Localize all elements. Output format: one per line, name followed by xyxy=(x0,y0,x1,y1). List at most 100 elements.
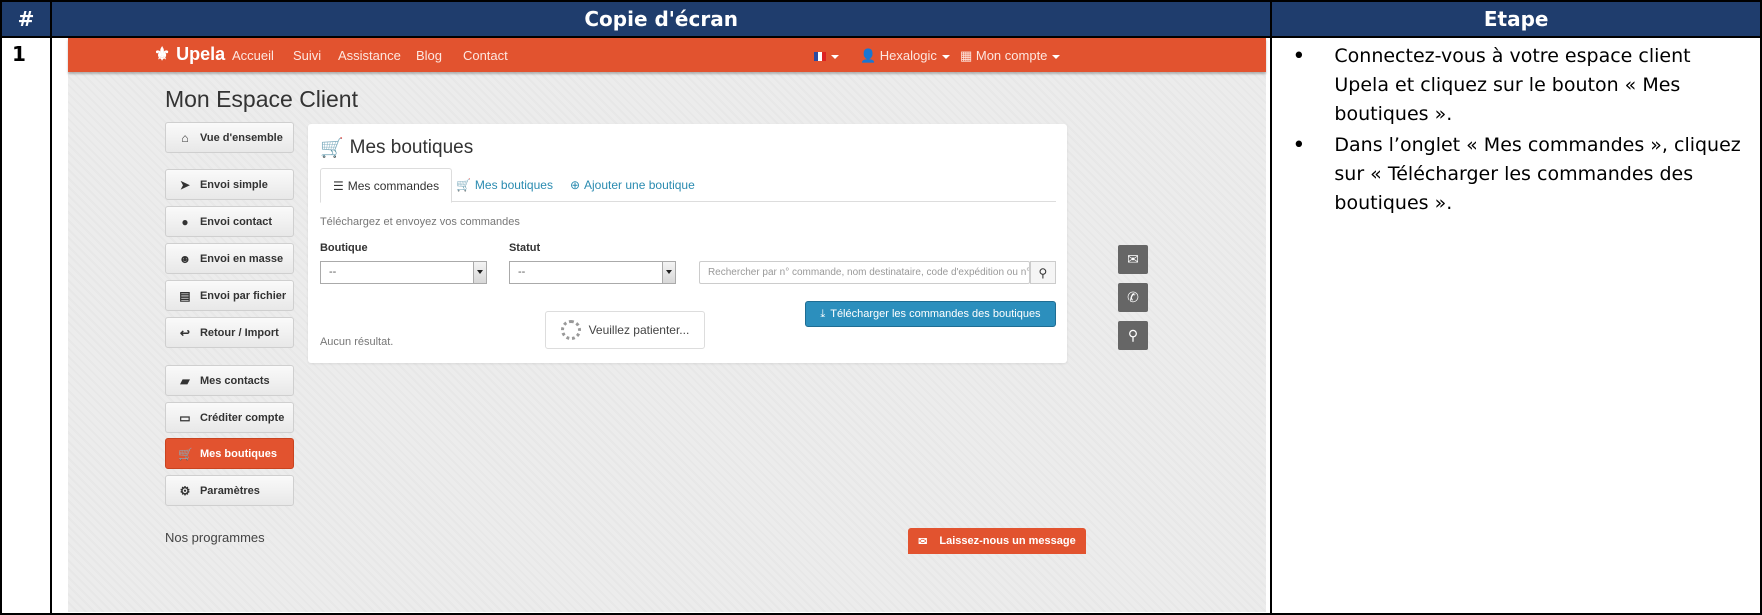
leave-message-label: Laissez-nous un message xyxy=(939,535,1076,548)
gears-icon: ⚙ xyxy=(179,483,191,498)
panel-title: 🛒 Mes boutiques xyxy=(320,136,473,160)
statut-select[interactable]: -- xyxy=(508,261,676,285)
step-list: Connectez-vous à votre espace client Upe… xyxy=(1272,42,1748,218)
tab-label: Mes commandes xyxy=(347,178,440,193)
sidebar-item-mes-contacts[interactable]: ▰ Mes contacts xyxy=(164,365,294,397)
nav-link-accueil[interactable]: Accueil xyxy=(232,48,274,63)
search-icon: ⚲ xyxy=(1127,327,1139,344)
loading-text: Veuillez patienter... xyxy=(588,323,690,338)
boutique-select[interactable]: -- xyxy=(319,261,487,285)
search-input[interactable]: Rechercher par n° commande, nom destinat… xyxy=(698,261,1030,285)
sidebar-item-label: Envoi contact xyxy=(199,215,273,228)
brand-logo[interactable]: ⚜ Upela xyxy=(154,44,225,65)
envelope-icon: ✉ xyxy=(1127,251,1139,268)
file-icon: ▤ xyxy=(179,288,191,303)
chevron-down-icon xyxy=(830,54,839,59)
sidebar-item-label: Vue d'ensemble xyxy=(199,131,283,144)
book-icon: ▰ xyxy=(180,373,190,388)
upela-screenshot: ⚜ Upela Accueil Suivi Assistance Blog Co… xyxy=(67,39,1266,613)
list-icon: ☰ xyxy=(332,178,344,193)
return-icon: ↩ xyxy=(179,325,190,340)
screenshot-cell: ⚜ Upela Accueil Suivi Assistance Blog Co… xyxy=(49,36,1273,615)
download-icon: ⤓ xyxy=(820,307,826,320)
user-icon: ● xyxy=(181,214,189,229)
nav-link-assistance[interactable]: Assistance xyxy=(338,48,401,63)
dropdown-arrow-icon xyxy=(472,262,486,284)
header-number: # xyxy=(0,0,52,39)
chevron-down-icon xyxy=(941,54,950,59)
header-screenshot: Copie d'écran xyxy=(49,0,1273,39)
sidebar-item-envoi-contact[interactable]: ● Envoi contact xyxy=(164,206,294,238)
top-navbar: ⚜ Upela Accueil Suivi Assistance Blog Co… xyxy=(67,39,1266,73)
send-icon: ➤ xyxy=(179,177,190,192)
sidebar-item-label: Créditer compte xyxy=(199,411,285,424)
search-tool-button[interactable]: ⚲ xyxy=(1117,321,1148,351)
tab-mes-commandes[interactable]: ☰ Mes commandes xyxy=(319,168,453,204)
phone-tool-button[interactable]: ✆ xyxy=(1117,283,1148,313)
step-item: Dans l’onglet « Mes commandes », cliquez… xyxy=(1272,131,1748,218)
instruction-table: # Copie d'écran Etape 1 ⚜ Upela Accueil … xyxy=(0,0,1762,615)
sidebar-item-label: Mes boutiques xyxy=(199,447,277,460)
sidebar-item-label: Paramètres xyxy=(199,484,260,497)
sidebar-item-label: Retour / Import xyxy=(199,326,279,339)
chevron-down-icon xyxy=(1052,54,1061,59)
statut-select-value: -- xyxy=(517,266,526,279)
envelope-icon: ✉ xyxy=(918,535,928,548)
helper-text: Téléchargez et envoyez vos commandes xyxy=(319,216,520,229)
page-title: Mon Espace Client xyxy=(164,86,358,113)
header-step: Etape xyxy=(1270,0,1762,39)
search-button[interactable]: ⚲ xyxy=(1029,261,1056,285)
upela-logo-icon: ⚜ xyxy=(153,44,171,65)
sidebar-item-retour-import[interactable]: ↩ Retour / Import xyxy=(164,317,294,349)
cart-icon: 🛒 xyxy=(177,446,193,461)
spinner-icon xyxy=(560,320,581,341)
sidebar-item-overview[interactable]: ⌂ Vue d'ensemble xyxy=(164,122,294,154)
dropdown-arrow-icon xyxy=(661,262,675,284)
flag-icon xyxy=(813,52,826,62)
tab-ajouter-boutique[interactable]: ⊕ Ajouter une boutique xyxy=(558,168,707,202)
nav-link-contact[interactable]: Contact xyxy=(463,48,508,63)
email-tool-button[interactable]: ✉ xyxy=(1117,245,1148,275)
sidebar-item-label: Envoi en masse xyxy=(199,252,284,265)
grid-icon: ▦ xyxy=(959,48,973,64)
no-result-text: Aucun résultat. xyxy=(319,336,394,349)
account-menu[interactable]: ▦ Mon compte xyxy=(959,48,1061,64)
sidebar-item-envoi-masse[interactable]: ☻ Envoi en masse xyxy=(164,243,294,275)
row-number: 1 xyxy=(0,36,52,615)
sidebar-item-envoi-fichier[interactable]: ▤ Envoi par fichier xyxy=(164,280,294,312)
credit-card-icon: ▭ xyxy=(179,410,191,425)
leave-message-button[interactable]: ✉ Laissez-nous un message xyxy=(907,528,1086,555)
download-button-label: Télécharger les commandes des boutiques xyxy=(830,308,1041,321)
sidebar-item-label: Envoi par fichier xyxy=(199,289,287,302)
sidebar-item-parametres[interactable]: ⚙ Paramètres xyxy=(164,475,294,507)
sidebar-item-label: Envoi simple xyxy=(199,178,268,191)
language-selector[interactable] xyxy=(813,48,839,63)
nav-link-blog[interactable]: Blog xyxy=(416,48,442,63)
user-icon: 👤 xyxy=(859,48,877,64)
plus-circle-icon: ⊕ xyxy=(569,178,581,193)
loading-indicator: Veuillez patienter... xyxy=(544,311,705,350)
boutiques-panel: 🛒 Mes boutiques ☰ Mes commandes 🛒 Mes bout… xyxy=(307,124,1067,364)
user-menu[interactable]: 👤 Hexalogic xyxy=(860,48,950,64)
statut-label: Statut xyxy=(508,242,541,255)
sidebar-item-crediter-compte[interactable]: ▭ Créditer compte xyxy=(164,402,294,434)
panel-tabs: ☰ Mes commandes 🛒 Mes boutiques ⊕ Ajouter u… xyxy=(319,168,1056,204)
search-icon: ⚲ xyxy=(1038,265,1048,280)
nav-link-suivi[interactable]: Suivi xyxy=(293,48,321,63)
cart-icon: 🛒 xyxy=(455,178,471,193)
sidebar-item-label: Mes contacts xyxy=(199,374,270,387)
tab-mes-boutiques[interactable]: 🛒 Mes boutiques xyxy=(444,168,565,202)
phone-icon: ✆ xyxy=(1127,289,1139,306)
sidebar-item-envoi-simple[interactable]: ➤ Envoi simple xyxy=(164,169,294,201)
boutique-select-value: -- xyxy=(328,266,337,279)
step-cell: Connectez-vous à votre espace client Upe… xyxy=(1270,36,1762,615)
boutique-label: Boutique xyxy=(319,242,368,255)
download-orders-button[interactable]: ⤓ Télécharger les commandes des boutiques xyxy=(804,301,1056,328)
user-name: Hexalogic xyxy=(879,48,937,64)
home-icon: ⌂ xyxy=(181,130,189,145)
brand-name: Upela xyxy=(176,44,226,65)
programmes-heading: Nos programmes xyxy=(164,530,265,546)
sidebar-item-mes-boutiques[interactable]: 🛒 Mes boutiques xyxy=(164,438,294,470)
tab-label: Ajouter une boutique xyxy=(584,178,695,193)
panel-title-text: Mes boutiques xyxy=(349,137,474,159)
